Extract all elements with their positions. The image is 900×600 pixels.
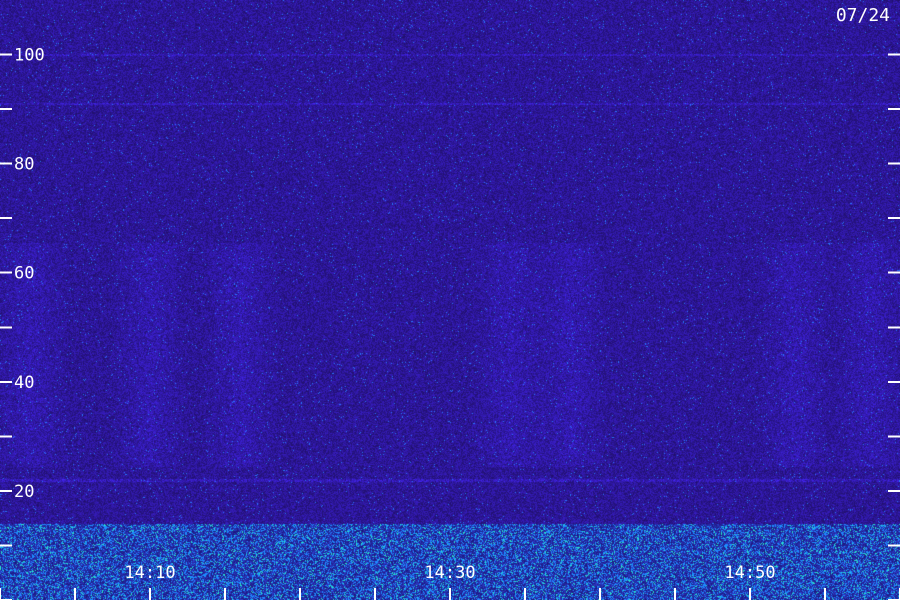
axis-overlay: 20 40 60 80 100 14:10 14:30 14:50 [0, 46, 900, 600]
y-tick-label: 60 [14, 264, 34, 284]
y-tick-label: 100 [14, 46, 45, 66]
y-tick-label: 80 [14, 155, 34, 175]
x-tick-label: 14:30 [424, 563, 475, 583]
y-tick-label: 20 [14, 482, 34, 502]
x-tick-label: 14:50 [724, 563, 775, 583]
x-tick-label: 14:10 [124, 563, 175, 583]
spectrogram-chart: 20 40 60 80 100 14:10 14:30 14:50 07/24 [0, 0, 900, 600]
date-label: 07/24 [835, 5, 890, 26]
y-tick-label: 40 [14, 373, 34, 393]
